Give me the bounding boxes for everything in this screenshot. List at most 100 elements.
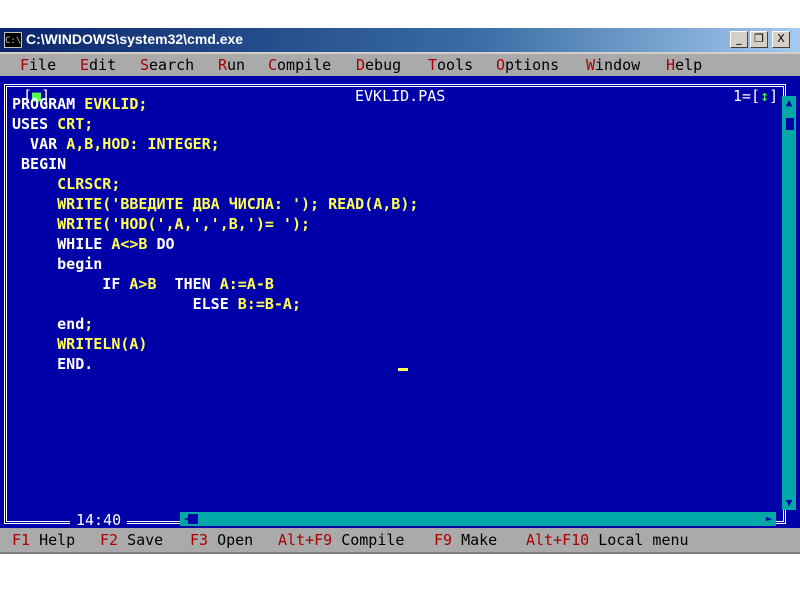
- status-label: Open: [208, 531, 254, 549]
- code-keyword: PROGRAM: [12, 95, 85, 113]
- menu-label: ompile: [277, 56, 332, 74]
- code-keyword: DO: [156, 235, 175, 253]
- code-line: end;: [12, 314, 93, 334]
- window-bottom-edge: [0, 552, 800, 554]
- menu-label: ebug: [365, 56, 402, 74]
- menu-edit[interactable]: Edit: [80, 55, 116, 75]
- minimize-button[interactable]: _: [730, 31, 748, 48]
- code-keyword: BEGIN: [12, 155, 67, 173]
- code-text: EVKLID;: [84, 95, 148, 113]
- cursor-position: 14:40: [70, 512, 128, 528]
- status-make[interactable]: F9 Make: [434, 530, 497, 550]
- code-text: WRITE('ВВЕДИТЕ ДВА ЧИСЛА: '); READ(A,B);: [57, 195, 419, 213]
- menu-label: earch: [149, 56, 195, 74]
- code-line: USES CRT;: [12, 114, 93, 134]
- code-keyword: end: [12, 315, 85, 333]
- code-line: WRITE('HOD(',A,',',B,')= ');: [12, 214, 310, 234]
- horizontal-scroll-thumb[interactable]: [188, 514, 198, 524]
- menu-hotkey: D: [356, 56, 366, 74]
- status-key: Alt+F10: [526, 531, 590, 549]
- menu-hotkey: F: [20, 56, 30, 74]
- code-line: VAR A,B,HOD: INTEGER;: [12, 134, 220, 154]
- menu-file[interactable]: File: [20, 55, 56, 75]
- code-line: ELSE B:=B-A;: [12, 294, 301, 314]
- menu-hotkey: T: [428, 56, 438, 74]
- code-text: CRT;: [57, 115, 94, 133]
- menu-hotkey: R: [218, 56, 228, 74]
- menu-label: un: [227, 56, 246, 74]
- code-line: IF A>B THEN A:=A-B: [12, 274, 274, 294]
- code-line: CLRSCR;: [12, 174, 120, 194]
- status-label: Help: [30, 531, 76, 549]
- code-keyword: [12, 215, 57, 233]
- code-keyword: ELSE: [12, 295, 238, 313]
- scroll-down-icon[interactable]: ▼: [782, 496, 796, 510]
- menu-hotkey: H: [666, 56, 676, 74]
- menu-hotkey: E: [80, 56, 90, 74]
- status-key: Alt+F9: [278, 531, 333, 549]
- code-keyword: USES: [12, 115, 58, 133]
- menu-bar: File Edit Search Run Compile Debug Tools…: [0, 54, 800, 76]
- menu-tools[interactable]: Tools: [428, 55, 473, 75]
- menu-label: ptions: [505, 56, 560, 74]
- vertical-scroll-thumb[interactable]: [786, 118, 794, 130]
- status-label: Save: [118, 531, 164, 549]
- text-cursor: [398, 368, 408, 371]
- window-titlebar[interactable]: C:\ C:\WINDOWS\system32\cmd.exe _ ❐ X: [0, 28, 800, 52]
- editor-zoom-box[interactable]: 1=[↕]: [731, 87, 781, 105]
- scroll-right-icon[interactable]: ►: [762, 512, 776, 526]
- menu-label: ools: [437, 56, 474, 74]
- menu-hotkey: W: [586, 56, 596, 74]
- code-keyword: [12, 335, 57, 353]
- code-keyword: THEN: [174, 275, 220, 293]
- menu-label: ile: [29, 56, 57, 74]
- menu-window[interactable]: Window: [586, 55, 640, 75]
- menu-label: elp: [675, 56, 703, 74]
- code-text: A>B: [129, 275, 175, 293]
- code-keyword: begin: [12, 255, 103, 273]
- status-save[interactable]: F2 Save: [100, 530, 163, 550]
- status-key: F9: [434, 531, 453, 549]
- code-line: BEGIN: [12, 154, 66, 174]
- menu-hotkey: S: [140, 56, 150, 74]
- status-help[interactable]: F1 Help: [12, 530, 75, 550]
- status-compile[interactable]: Alt+F9 Compile: [278, 530, 404, 550]
- menu-label: indow: [595, 56, 641, 74]
- horizontal-scrollbar[interactable]: [180, 512, 776, 526]
- editor-filename: EVKLID.PAS: [345, 87, 456, 105]
- vertical-scrollbar[interactable]: [782, 96, 796, 510]
- code-text: WRITE('HOD(',A,',',B,')= ');: [57, 215, 311, 233]
- menu-run[interactable]: Run: [218, 55, 245, 75]
- zoom-arrow-icon: ↕: [760, 87, 770, 105]
- close-button[interactable]: X: [772, 31, 790, 48]
- code-keyword: WHILE: [12, 235, 112, 253]
- menu-search[interactable]: Search: [140, 55, 194, 75]
- menu-compile[interactable]: Compile: [268, 55, 331, 75]
- code-line: WRITELN(A): [12, 334, 147, 354]
- code-text: A:=A-B: [219, 275, 274, 293]
- menu-help[interactable]: Help: [666, 55, 702, 75]
- code-text: ;: [84, 315, 94, 333]
- code-text: B:=B-A;: [237, 295, 301, 313]
- status-label: Make: [452, 531, 498, 549]
- status-key: F2: [100, 531, 119, 549]
- code-text: A<>B: [111, 235, 157, 253]
- code-keyword: IF: [12, 275, 130, 293]
- menu-debug[interactable]: Debug: [356, 55, 401, 75]
- code-text: WRITELN(A): [57, 335, 148, 353]
- status-open[interactable]: F3 Open: [190, 530, 253, 550]
- status-local-menu[interactable]: Alt+F10 Local menu: [526, 530, 689, 550]
- code-line: WRITE('ВВЕДИТЕ ДВА ЧИСЛА: '); READ(A,B);: [12, 194, 418, 214]
- status-label: Compile: [332, 531, 405, 549]
- code-keyword: END.: [12, 355, 94, 373]
- window-title: C:\WINDOWS\system32\cmd.exe: [26, 31, 244, 47]
- code-text: A,B,HOD: INTEGER;: [66, 135, 220, 153]
- restore-button[interactable]: ❐: [750, 31, 768, 48]
- menu-hotkey: O: [496, 56, 506, 74]
- code-text: CLRSCR;: [57, 175, 121, 193]
- menu-options[interactable]: Options: [496, 55, 559, 75]
- scroll-up-icon[interactable]: ▲: [782, 96, 796, 110]
- menu-label: dit: [89, 56, 117, 74]
- code-keyword: [12, 175, 57, 193]
- console-icon: C:\: [4, 32, 22, 48]
